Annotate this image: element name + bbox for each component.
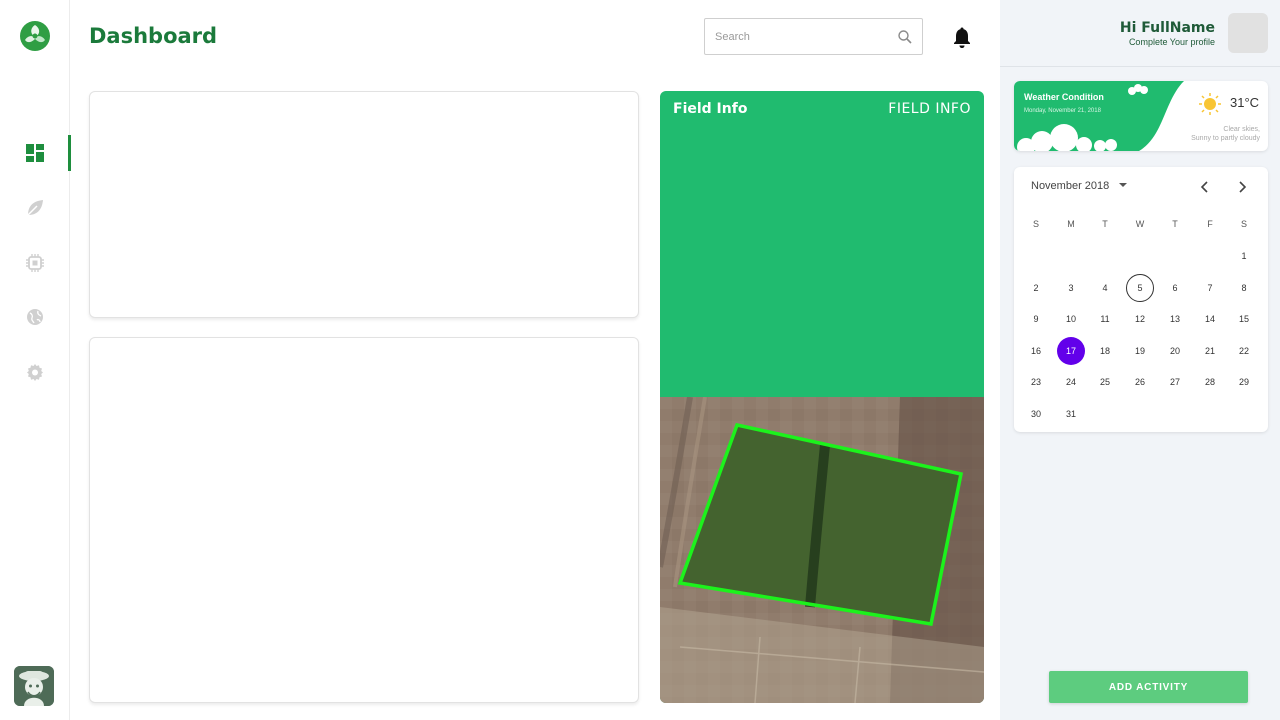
weather-temperature: 31°C <box>1230 95 1260 110</box>
calendar-weekday: T <box>1172 219 1178 229</box>
calendar-day[interactable]: 12 <box>1126 305 1154 333</box>
calendar-day[interactable]: 24 <box>1057 368 1085 396</box>
field-satellite-map[interactable] <box>660 397 984 703</box>
calendar-day[interactable]: 23 <box>1022 368 1050 396</box>
search-icon[interactable] <box>897 29 913 45</box>
calendar-day[interactable]: 15 <box>1230 305 1258 333</box>
weather-description: Clear skies, Sunny to partly cloudy <box>1191 125 1260 143</box>
calendar-day[interactable]: 10 <box>1057 305 1085 333</box>
weather-description-line2: Sunny to partly cloudy <box>1191 135 1260 142</box>
field-info-card: Field Info FIELD INFO <box>660 91 984 703</box>
calendar-day[interactable]: 9 <box>1022 305 1050 333</box>
calendar-day[interactable]: 18 <box>1091 337 1119 365</box>
globe-icon <box>27 309 43 325</box>
nav-item-map[interactable] <box>0 299 70 335</box>
bottom-avatar[interactable] <box>14 666 54 706</box>
sidebar <box>0 0 71 720</box>
calendar-weekday: S <box>1032 219 1039 229</box>
calendar-day[interactable]: 11 <box>1091 305 1119 333</box>
dashboard-card-bottom <box>89 337 639 703</box>
nav-item-settings[interactable] <box>0 354 70 390</box>
calendar-day[interactable]: 26 <box>1126 368 1154 396</box>
farmer-avatar-icon <box>14 666 54 706</box>
right-panel-divider <box>1000 66 1280 67</box>
calendar-day[interactable]: 29 <box>1230 368 1258 396</box>
calendar-weekday: T <box>1102 219 1108 229</box>
app-logo[interactable] <box>19 20 51 52</box>
calendar-day[interactable]: 21 <box>1196 337 1224 365</box>
calendar-day[interactable]: 2 <box>1022 274 1050 302</box>
field-info-tag[interactable]: FIELD INFO <box>888 101 971 117</box>
weather-title: Weather Condition <box>1024 92 1104 102</box>
weather-date: Monday, November 21, 2018 <box>1024 108 1101 114</box>
calendar-day[interactable]: 14 <box>1196 305 1224 333</box>
calendar-weekday: S <box>1240 219 1247 229</box>
search-box[interactable] <box>704 18 923 55</box>
greeting-text: Hi FullName <box>1119 20 1215 36</box>
leaf-icon <box>27 200 43 216</box>
calendar-day-selected[interactable]: 17 <box>1057 337 1085 365</box>
calendar-day[interactable]: 27 <box>1161 368 1189 396</box>
calendar-day[interactable]: 6 <box>1161 274 1189 302</box>
sun-icon <box>1199 93 1221 115</box>
calendar-month-label[interactable]: November 2018 <box>1031 180 1109 192</box>
add-activity-button[interactable]: ADD ACTIVITY <box>1049 671 1248 703</box>
calendar-day[interactable]: 16 <box>1022 337 1050 365</box>
user-greeting: Hi FullName Complete Your profile <box>1120 20 1215 47</box>
calendar-day[interactable]: 28 <box>1196 368 1224 396</box>
calendar-day[interactable]: 30 <box>1022 400 1050 428</box>
calendar-day[interactable]: 4 <box>1091 274 1119 302</box>
calendar-day[interactable]: 13 <box>1161 305 1189 333</box>
weather-widget: Weather Condition Monday, November 21, 2… <box>1014 81 1268 151</box>
calendar-day[interactable]: 31 <box>1057 400 1085 428</box>
calendar-day[interactable]: 20 <box>1161 337 1189 365</box>
chevron-right-icon[interactable] <box>1234 179 1250 195</box>
dashboard-icon <box>26 144 44 162</box>
calendar-day[interactable]: 3 <box>1057 274 1085 302</box>
app-logo-icon <box>20 21 50 51</box>
page-title: Dashboard <box>89 24 218 48</box>
calendar-day[interactable]: 22 <box>1230 337 1258 365</box>
calendar-weekday: W <box>1135 219 1145 229</box>
complete-profile-link[interactable]: Complete Your profile <box>1120 37 1215 47</box>
search-input[interactable] <box>715 28 890 46</box>
calendar-day[interactable]: 8 <box>1230 274 1258 302</box>
calendar-day[interactable]: 25 <box>1091 368 1119 396</box>
dashboard-card-top <box>89 91 639 318</box>
user-avatar[interactable] <box>1228 13 1268 53</box>
calendar-widget: November 2018 S M T W T F S 1 2 3 4 5 6 7 8 9 10 11 12 13 14… <box>1014 167 1268 432</box>
weather-description-line1: Clear skies, <box>1223 126 1260 133</box>
notification-bell-icon[interactable] <box>952 27 972 49</box>
calendar-day[interactable]: 19 <box>1126 337 1154 365</box>
chip-icon <box>26 254 44 272</box>
calendar-day-today[interactable]: 5 <box>1126 274 1154 302</box>
calendar-day[interactable]: 7 <box>1196 274 1224 302</box>
gear-icon <box>27 364 43 381</box>
nav-item-dashboard[interactable] <box>0 135 71 171</box>
nav-item-crops[interactable] <box>0 190 70 226</box>
nav-item-devices[interactable] <box>0 245 70 281</box>
chevron-down-icon[interactable] <box>1118 180 1128 190</box>
field-info-title: Field Info <box>673 101 748 117</box>
calendar-day[interactable]: 1 <box>1230 242 1258 270</box>
calendar-weekday: M <box>1067 219 1075 229</box>
chevron-left-icon[interactable] <box>1197 179 1213 195</box>
calendar-weekday: F <box>1207 219 1213 229</box>
